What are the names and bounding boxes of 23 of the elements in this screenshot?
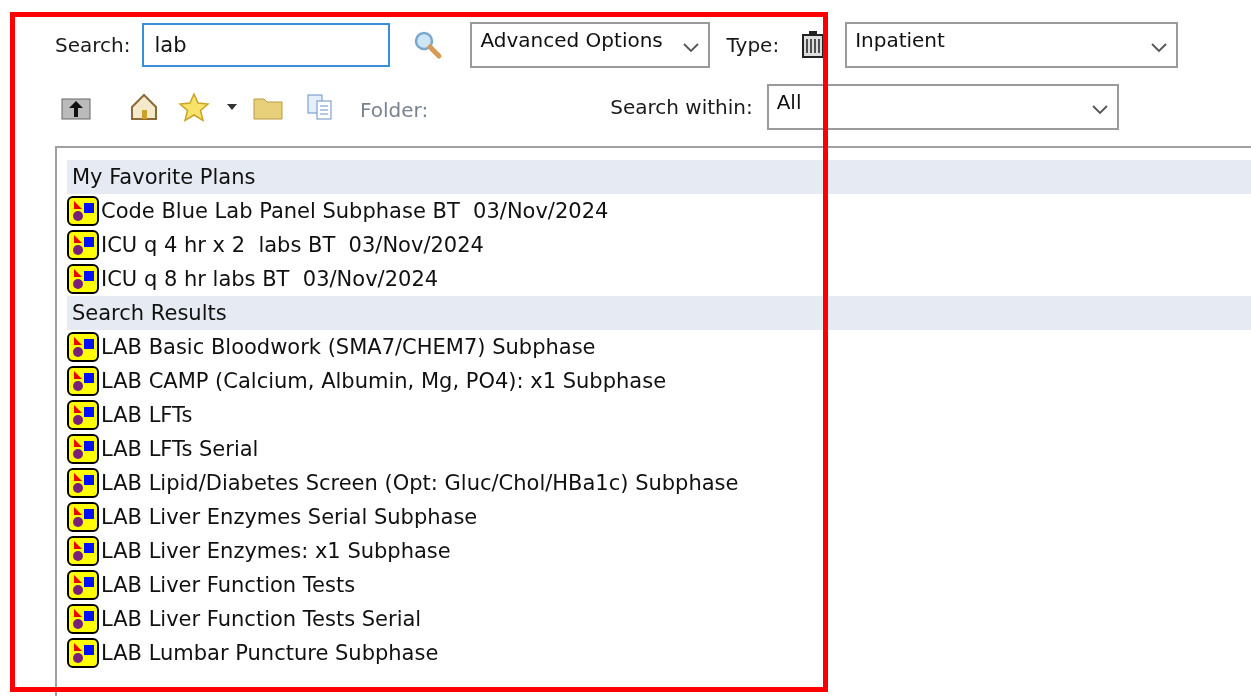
type-dropdown[interactable]: Inpatient: [845, 22, 1179, 68]
plan-item[interactable]: LAB CAMP (Calcium, Albumin, Mg, PO4): x1 Subphase: [101, 369, 667, 393]
plan-item[interactable]: LAB LFTs Serial: [101, 437, 259, 461]
plan-item[interactable]: LAB Liver Function Tests: [101, 573, 356, 597]
type-label: Type:: [726, 33, 780, 57]
plan-item[interactable]: LAB Liver Enzymes Serial Subphase: [101, 505, 478, 529]
search-within-label: Search within:: [610, 95, 753, 119]
plan-item[interactable]: LAB Basic Bloodwork (SMA7/CHEM7) Subphase: [101, 335, 596, 359]
search-within-dropdown[interactable]: All: [766, 84, 1119, 130]
plan-item[interactable]: ICU q 8 hr labs BT 03/Nov/2024: [101, 267, 439, 291]
folder-label: Folder:: [360, 98, 429, 122]
plan-item[interactable]: LAB Liver Function Tests Serial: [101, 607, 422, 631]
search-field[interactable]: lab: [142, 23, 391, 67]
advanced-options-dropdown[interactable]: Advanced Options: [470, 22, 711, 68]
group-header: Search Results: [67, 296, 1251, 330]
plan-item[interactable]: Code Blue Lab Panel Subphase BT 03/Nov/2024: [101, 199, 609, 223]
group-header: My Favorite Plans: [67, 160, 1251, 194]
plan-item[interactable]: LAB LFTs: [101, 403, 193, 427]
plan-item[interactable]: ICU q 4 hr x 2 labs BT 03/Nov/2024: [101, 233, 484, 257]
search-label: Search:: [55, 33, 131, 57]
plan-item[interactable]: LAB Liver Enzymes: x1 Subphase: [101, 539, 451, 563]
plan-item[interactable]: LAB Lumbar Puncture Subphase: [101, 641, 439, 665]
plan-item[interactable]: LAB Lipid/Diabetes Screen (Opt: Gluc/Chol/HBa1c) Subphase: [101, 471, 739, 495]
